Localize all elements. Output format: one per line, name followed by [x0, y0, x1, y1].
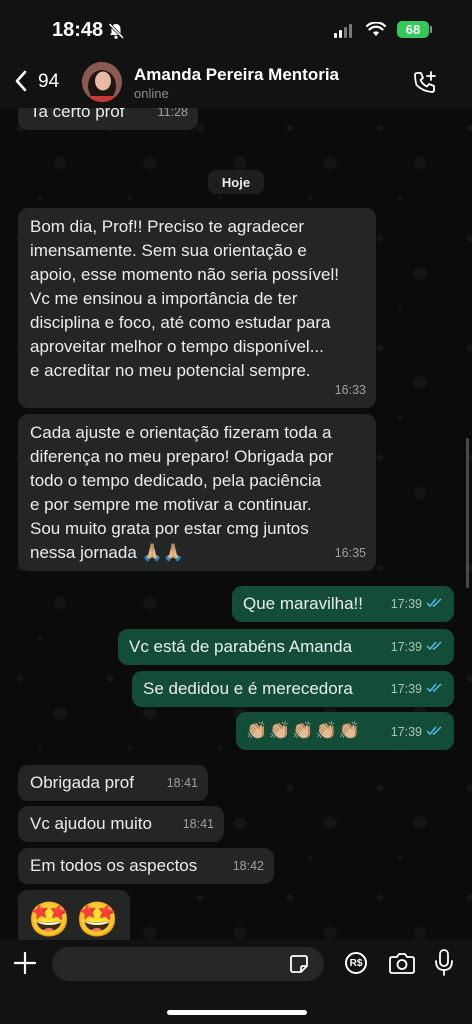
avatar[interactable]	[82, 62, 122, 102]
message-text: 🤩🤩	[28, 901, 125, 939]
message-text: Se dedidou e é merecedora	[143, 679, 353, 698]
message-incoming[interactable]: Cada ajuste e orientação fizeram toda a …	[18, 414, 376, 571]
message-meta: 17:39	[391, 635, 444, 659]
contact-name[interactable]: Amanda Pereira Mentoria	[134, 65, 339, 85]
message-outgoing[interactable]: Que maravilha!! 17:39	[232, 586, 454, 622]
message-incoming[interactable]: Ta certo prof 11:28	[18, 108, 198, 130]
double-check-icon	[426, 677, 444, 701]
rs-icon[interactable]: R$	[345, 952, 367, 974]
message-time: 18:42	[232, 859, 264, 873]
status-bar: 18:48 68	[0, 0, 472, 56]
wifi-icon	[365, 21, 387, 42]
camera-icon[interactable]	[389, 952, 415, 979]
message-text: Vc está de parabéns Amanda	[129, 637, 353, 656]
battery-tip	[430, 26, 432, 33]
message-meta: 17:39	[391, 677, 444, 701]
message-text: Obrigada prof	[30, 773, 134, 792]
message-text: Vc ajudou muito	[30, 814, 152, 833]
home-indicator[interactable]	[167, 1010, 307, 1015]
double-check-icon	[426, 635, 444, 659]
message-outgoing[interactable]: Vc está de parabéns Amanda 17:39	[118, 629, 454, 665]
message-input[interactable]	[52, 947, 324, 981]
microphone-icon[interactable]	[434, 949, 454, 982]
scrollbar[interactable]	[466, 438, 469, 588]
message-outgoing[interactable]: 👏🏼👏🏼👏🏼👏🏼👏🏼 17:39	[236, 712, 454, 750]
message-text: Que maravilha!!	[243, 594, 363, 613]
message-text: Em todos os aspectos	[30, 856, 198, 875]
message-incoming[interactable]: Bom dia, Prof!! Preciso te agradecer ime…	[18, 208, 376, 408]
message-text: Bom dia, Prof!! Preciso te agradecer ime…	[30, 217, 340, 380]
date-separator: Hoje	[208, 170, 264, 194]
message-time: 18:41	[182, 817, 214, 831]
message-text: 👏🏼👏🏼👏🏼👏🏼👏🏼	[246, 721, 362, 740]
message-incoming[interactable]: Em todos os aspectos 18:42	[18, 848, 274, 884]
message-meta: 17:39	[391, 592, 444, 616]
chat-area[interactable]: Ta certo prof 11:28 Hoje Bom dia, Prof!!…	[0, 108, 472, 940]
contact-status: online	[134, 86, 169, 101]
message-time: 17:39	[390, 725, 422, 739]
message-time: 11:28	[157, 108, 188, 119]
add-call-icon[interactable]	[412, 70, 438, 101]
message-time: 16:35	[334, 546, 366, 560]
message-incoming[interactable]: 🤩🤩	[18, 890, 130, 940]
signal-icon	[334, 24, 352, 38]
message-incoming[interactable]: Vc ajudou muito 18:41	[18, 806, 224, 842]
message-time: 18:41	[166, 776, 198, 790]
message-outgoing[interactable]: Se dedidou e é merecedora 17:39	[132, 671, 454, 707]
double-check-icon	[426, 592, 444, 616]
chat-header: 94 Amanda Pereira Mentoria online	[0, 56, 472, 108]
message-time: 17:39	[390, 682, 422, 696]
status-time: 18:48	[52, 19, 104, 41]
message-time: 16:33	[334, 383, 366, 397]
sticker-icon[interactable]	[289, 954, 309, 979]
message-text: Ta certo prof	[30, 108, 125, 121]
message-text: Cada ajuste e orientação fizeram toda a …	[30, 423, 334, 562]
double-check-icon	[426, 720, 444, 744]
chevron-left-icon[interactable]	[14, 70, 28, 92]
message-incoming[interactable]: Obrigada prof 18:41	[18, 765, 208, 801]
plus-icon[interactable]	[13, 951, 37, 980]
back-unread-count[interactable]: 94	[38, 71, 59, 93]
bell-slash-icon	[107, 22, 125, 45]
message-meta: 17:39	[391, 720, 444, 744]
battery-icon: 68	[397, 21, 429, 38]
message-time: 17:39	[390, 640, 422, 654]
message-time: 17:39	[390, 597, 422, 611]
